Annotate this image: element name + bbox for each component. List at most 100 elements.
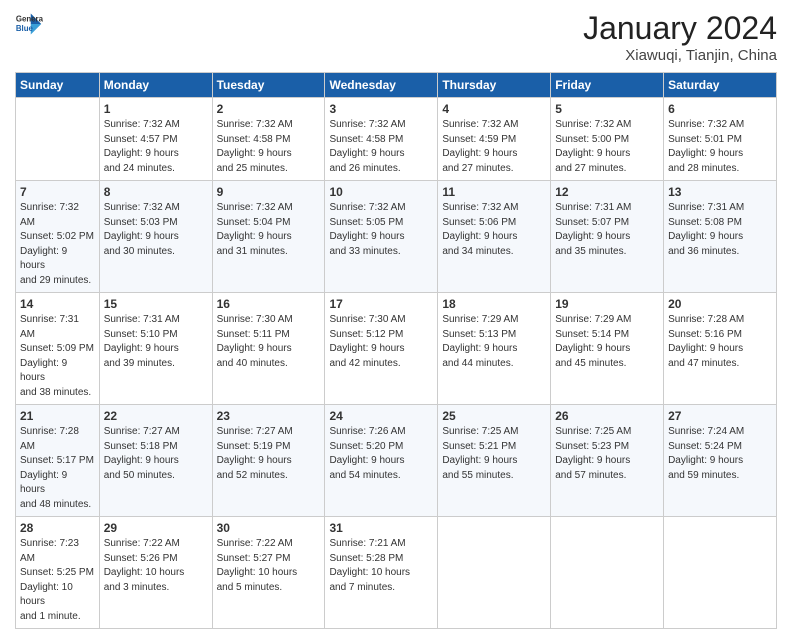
day-number: 31 (329, 521, 433, 535)
header-row: SundayMondayTuesdayWednesdayThursdayFrid… (16, 73, 777, 98)
day-number: 14 (20, 297, 95, 311)
calendar-cell: 21 Sunrise: 7:28 AM Sunset: 5:17 PM Dayli… (16, 405, 100, 517)
day-number: 24 (329, 409, 433, 423)
day-info: Sunrise: 7:32 AM Sunset: 4:58 PM Dayligh… (217, 118, 321, 176)
day-number: 5 (555, 102, 659, 116)
day-number: 15 (104, 297, 208, 311)
day-number: 18 (442, 297, 546, 311)
calendar-cell: 20 Sunrise: 7:28 AM Sunset: 5:16 PM Dayli… (664, 293, 777, 405)
day-number: 7 (20, 185, 95, 199)
day-info: Sunrise: 7:27 AM Sunset: 5:19 PM Dayligh… (217, 425, 321, 483)
page: General Blue January 2024 Xiawuqi, Tianj… (0, 0, 792, 639)
day-info: Sunrise: 7:32 AM Sunset: 4:58 PM Dayligh… (329, 118, 433, 176)
calendar-cell: 22Sunrise: 7:27 AM Sunset: 5:18 PM Dayli… (99, 405, 212, 517)
day-number: 9 (217, 185, 321, 199)
day-number: 28 (20, 521, 95, 535)
day-number: 11 (442, 185, 546, 199)
calendar-cell: 24 Sunrise: 7:26 AM Sunset: 5:20 PM Dayli… (325, 405, 438, 517)
calendar-cell: 8 Sunrise: 7:32 AM Sunset: 5:03 PM Daylig… (99, 181, 212, 293)
day-number: 29 (104, 521, 208, 535)
day-number: 4 (442, 102, 546, 116)
day-number: 1 (104, 102, 208, 116)
day-number: 17 (329, 297, 433, 311)
day-info: Sunrise: 7:22 AM Sunset: 5:26 PM Dayligh… (104, 537, 208, 595)
day-number: 20 (668, 297, 772, 311)
column-header-sunday: Sunday (16, 73, 100, 98)
day-number: 8 (104, 185, 208, 199)
day-info: Sunrise: 7:29 AM Sunset: 5:13 PM Dayligh… (442, 313, 546, 371)
calendar-cell: 9 Sunrise: 7:32 AM Sunset: 5:04 PM Daylig… (212, 181, 325, 293)
logo: General Blue (15, 10, 43, 38)
day-info: Sunrise: 7:24 AM Sunset: 5:24 PM Dayligh… (668, 425, 772, 483)
day-info: Sunrise: 7:31 AM Sunset: 5:10 PM Dayligh… (104, 313, 208, 371)
week-row-4: 21 Sunrise: 7:28 AM Sunset: 5:17 PM Dayli… (16, 405, 777, 517)
day-info: Sunrise: 7:21 AM Sunset: 5:28 PM Dayligh… (329, 537, 433, 595)
calendar-cell: 15 Sunrise: 7:31 AM Sunset: 5:10 PM Dayli… (99, 293, 212, 405)
calendar-cell: 2 Sunrise: 7:32 AM Sunset: 4:58 PM Daylig… (212, 98, 325, 181)
calendar-cell: 26 Sunrise: 7:25 AM Sunset: 5:23 PM Dayli… (551, 405, 664, 517)
calendar-cell: 27 Sunrise: 7:24 AM Sunset: 5:24 PM Dayli… (664, 405, 777, 517)
day-info: Sunrise: 7:31 AM Sunset: 5:09 PM Dayligh… (20, 313, 95, 400)
day-number: 27 (668, 409, 772, 423)
day-number: 6 (668, 102, 772, 116)
day-info: Sunrise: 7:32 AM Sunset: 5:06 PM Dayligh… (442, 201, 546, 259)
day-number: 2 (217, 102, 321, 116)
month-year: January 2024 (583, 10, 777, 47)
week-row-1: 1 Sunrise: 7:32 AM Sunset: 4:57 PM Daylig… (16, 98, 777, 181)
logo-icon: General Blue (15, 10, 43, 38)
day-info: Sunrise: 7:32 AM Sunset: 4:59 PM Dayligh… (442, 118, 546, 176)
column-header-wednesday: Wednesday (325, 73, 438, 98)
day-info: Sunrise: 7:27 AM Sunset: 5:18 PM Dayligh… (104, 425, 208, 483)
day-info: Sunrise: 7:28 AM Sunset: 5:16 PM Dayligh… (668, 313, 772, 371)
column-header-friday: Friday (551, 73, 664, 98)
column-header-monday: Monday (99, 73, 212, 98)
day-info: Sunrise: 7:32 AM Sunset: 5:01 PM Dayligh… (668, 118, 772, 176)
day-info: Sunrise: 7:30 AM Sunset: 5:11 PM Dayligh… (217, 313, 321, 371)
calendar-cell: 5 Sunrise: 7:32 AM Sunset: 5:00 PM Daylig… (551, 98, 664, 181)
calendar-cell: 4 Sunrise: 7:32 AM Sunset: 4:59 PM Daylig… (438, 98, 551, 181)
day-info: Sunrise: 7:28 AM Sunset: 5:17 PM Dayligh… (20, 425, 95, 512)
calendar-cell: 25Sunrise: 7:25 AM Sunset: 5:21 PM Dayli… (438, 405, 551, 517)
day-info: Sunrise: 7:29 AM Sunset: 5:14 PM Dayligh… (555, 313, 659, 371)
title-block: January 2024 Xiawuqi, Tianjin, China (583, 10, 777, 64)
week-row-2: 7 Sunrise: 7:32 AM Sunset: 5:02 PM Daylig… (16, 181, 777, 293)
calendar-cell: 7 Sunrise: 7:32 AM Sunset: 5:02 PM Daylig… (16, 181, 100, 293)
day-info: Sunrise: 7:32 AM Sunset: 5:05 PM Dayligh… (329, 201, 433, 259)
calendar-cell: 16Sunrise: 7:30 AM Sunset: 5:11 PM Dayli… (212, 293, 325, 405)
day-info: Sunrise: 7:32 AM Sunset: 5:04 PM Dayligh… (217, 201, 321, 259)
day-info: Sunrise: 7:32 AM Sunset: 5:03 PM Dayligh… (104, 201, 208, 259)
column-header-thursday: Thursday (438, 73, 551, 98)
day-info: Sunrise: 7:31 AM Sunset: 5:07 PM Dayligh… (555, 201, 659, 259)
day-number: 19 (555, 297, 659, 311)
day-number: 21 (20, 409, 95, 423)
calendar-cell: 18 Sunrise: 7:29 AM Sunset: 5:13 PM Dayli… (438, 293, 551, 405)
calendar-table: SundayMondayTuesdayWednesdayThursdayFrid… (15, 72, 777, 629)
day-number: 25 (442, 409, 546, 423)
column-header-saturday: Saturday (664, 73, 777, 98)
calendar-cell: 19 Sunrise: 7:29 AM Sunset: 5:14 PM Dayli… (551, 293, 664, 405)
day-info: Sunrise: 7:32 AM Sunset: 5:02 PM Dayligh… (20, 201, 95, 288)
week-row-3: 14 Sunrise: 7:31 AM Sunset: 5:09 PM Dayli… (16, 293, 777, 405)
day-number: 26 (555, 409, 659, 423)
day-number: 3 (329, 102, 433, 116)
calendar-cell: 10Sunrise: 7:32 AM Sunset: 5:05 PM Dayli… (325, 181, 438, 293)
day-number: 12 (555, 185, 659, 199)
calendar-cell: 17Sunrise: 7:30 AM Sunset: 5:12 PM Dayli… (325, 293, 438, 405)
column-header-tuesday: Tuesday (212, 73, 325, 98)
day-info: Sunrise: 7:22 AM Sunset: 5:27 PM Dayligh… (217, 537, 321, 595)
day-info: Sunrise: 7:26 AM Sunset: 5:20 PM Dayligh… (329, 425, 433, 483)
location: Xiawuqi, Tianjin, China (583, 47, 777, 64)
day-info: Sunrise: 7:32 AM Sunset: 4:57 PM Dayligh… (104, 118, 208, 176)
day-number: 13 (668, 185, 772, 199)
day-info: Sunrise: 7:31 AM Sunset: 5:08 PM Dayligh… (668, 201, 772, 259)
calendar-cell (16, 98, 100, 181)
calendar-cell: 23 Sunrise: 7:27 AM Sunset: 5:19 PM Dayli… (212, 405, 325, 517)
header: General Blue January 2024 Xiawuqi, Tianj… (15, 10, 777, 64)
day-number: 23 (217, 409, 321, 423)
day-info: Sunrise: 7:25 AM Sunset: 5:23 PM Dayligh… (555, 425, 659, 483)
calendar-cell: 6 Sunrise: 7:32 AM Sunset: 5:01 PM Daylig… (664, 98, 777, 181)
calendar-cell: 12 Sunrise: 7:31 AM Sunset: 5:07 PM Dayli… (551, 181, 664, 293)
calendar-cell: 3 Sunrise: 7:32 AM Sunset: 4:58 PM Daylig… (325, 98, 438, 181)
day-info: Sunrise: 7:32 AM Sunset: 5:00 PM Dayligh… (555, 118, 659, 176)
calendar-cell: 13 Sunrise: 7:31 AM Sunset: 5:08 PM Dayli… (664, 181, 777, 293)
